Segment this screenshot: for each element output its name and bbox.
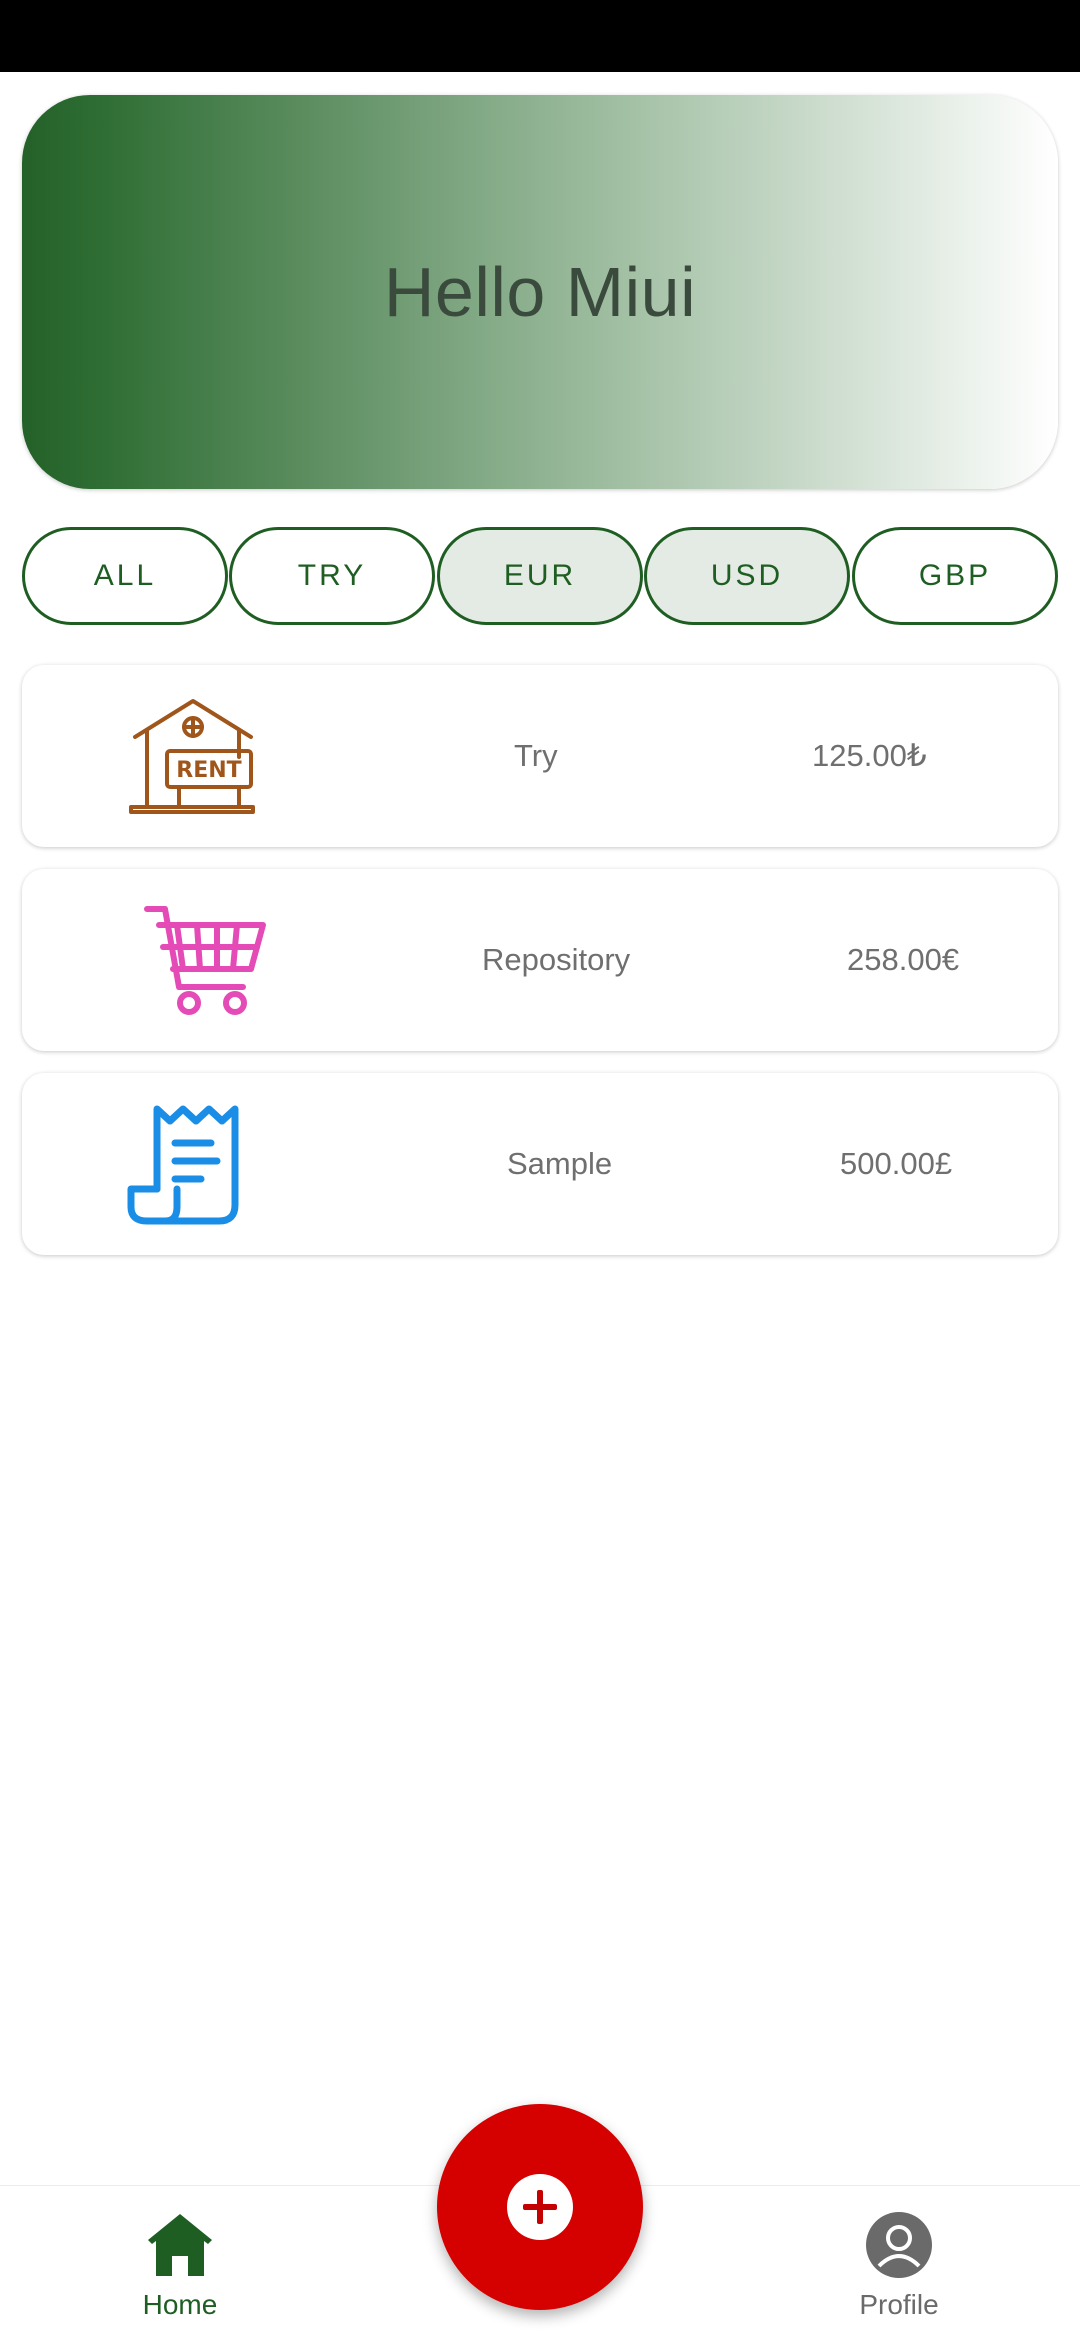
greeting-banner: Hello Miui <box>22 95 1058 489</box>
filter-chip-try[interactable]: TRY <box>229 527 435 625</box>
transaction-name: Repository <box>482 942 631 977</box>
nav-item-profile[interactable]: Profile <box>799 2186 999 2341</box>
rent-house-icon: RENT <box>117 695 267 817</box>
transaction-card[interactable]: Sample 500.00£ <box>22 1073 1058 1255</box>
nav-label-home: Home <box>142 2289 218 2320</box>
rent-badge-text: RENT <box>176 758 241 783</box>
receipt-icon <box>117 1103 267 1225</box>
nav-label-profile: Profile <box>859 2289 939 2320</box>
filter-chip-usd[interactable]: USD <box>644 527 850 625</box>
transaction-amount: 500.00£ <box>840 1146 953 1181</box>
profile-icon <box>863 2210 935 2280</box>
transaction-name: Try <box>514 738 558 773</box>
transaction-card[interactable]: Repository 258.00€ <box>22 869 1058 1051</box>
greeting-title: Hello Miui <box>383 253 697 331</box>
filter-chip-eur[interactable]: EUR <box>437 527 643 625</box>
transaction-name: Sample <box>507 1146 613 1181</box>
home-icon <box>144 2210 216 2280</box>
filter-chip-gbp[interactable]: GBP <box>852 527 1058 625</box>
transaction-amount: 258.00€ <box>847 942 960 977</box>
add-transaction-button[interactable] <box>437 2104 643 2310</box>
plus-icon <box>507 2174 573 2240</box>
transaction-amount: 125.00₺ <box>812 738 927 773</box>
nav-item-home[interactable]: Home <box>80 2186 280 2341</box>
currency-filter-bar: ALL TRY EUR USD GBP <box>22 527 1058 625</box>
status-bar <box>0 0 1080 72</box>
filter-chip-all[interactable]: ALL <box>22 527 228 625</box>
transaction-card[interactable]: RENT Try 125.00₺ <box>22 665 1058 847</box>
shopping-cart-icon <box>117 899 267 1021</box>
